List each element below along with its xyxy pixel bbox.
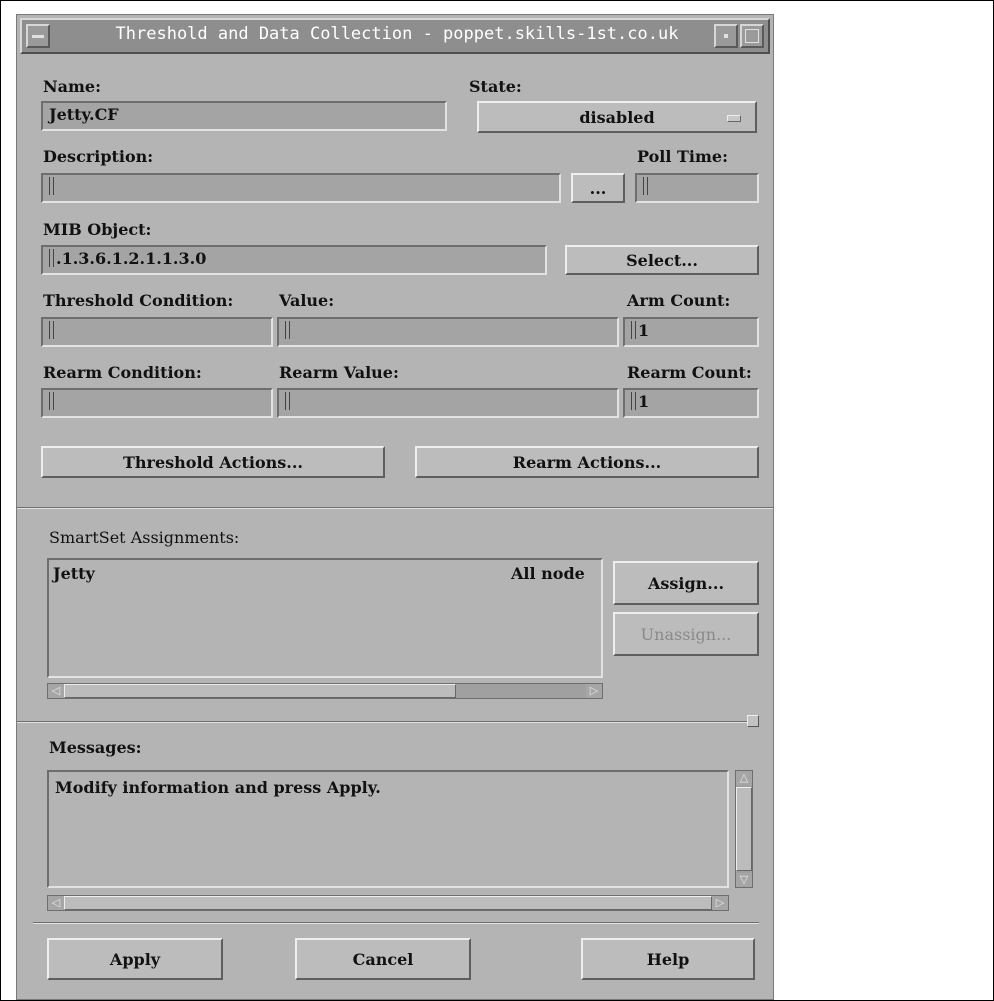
text-cursor-icon xyxy=(49,392,54,410)
threshold-condition-field[interactable] xyxy=(41,317,273,347)
window-menu-button[interactable] xyxy=(26,24,50,48)
arm-count-field[interactable]: 1 xyxy=(623,317,759,347)
threshold-actions-button[interactable]: Threshold Actions... xyxy=(41,446,385,478)
poll-time-field[interactable] xyxy=(635,173,759,203)
help-button[interactable]: Help xyxy=(581,938,755,980)
rearm-value-field[interactable] xyxy=(277,388,619,418)
messages-text: Modify information and press Apply. xyxy=(55,778,381,797)
text-cursor-icon xyxy=(631,321,636,339)
text-cursor-icon xyxy=(285,321,290,339)
scroll-left-icon[interactable]: ◁ xyxy=(48,896,64,910)
mib-object-value: .1.3.6.1.2.1.1.3.0 xyxy=(56,249,207,268)
description-field[interactable] xyxy=(41,173,561,203)
state-value: disabled xyxy=(579,107,655,127)
smartset-item-scope: All node xyxy=(511,564,585,583)
list-item[interactable]: Jetty All node xyxy=(49,562,601,586)
rearm-count-label: Rearm Count: xyxy=(627,363,752,382)
rearm-condition-field[interactable] xyxy=(41,388,273,418)
mib-object-field[interactable]: .1.3.6.1.2.1.1.3.0 xyxy=(41,245,547,275)
apply-button[interactable]: Apply xyxy=(47,938,223,980)
unassign-button[interactable]: Unassign... xyxy=(613,612,759,656)
footer-separator xyxy=(33,922,759,924)
minimize-button[interactable] xyxy=(714,24,738,48)
assign-button[interactable]: Assign... xyxy=(613,561,759,605)
threshold-condition-label: Threshold Condition: xyxy=(43,291,234,310)
smartset-label: SmartSet Assignments: xyxy=(49,528,240,547)
option-menu-indicator-icon xyxy=(727,115,741,122)
poll-time-label: Poll Time: xyxy=(637,147,728,166)
rearm-actions-button[interactable]: Rearm Actions... xyxy=(415,446,759,478)
title-bar[interactable]: Threshold and Data Collection - poppet.s… xyxy=(20,18,770,54)
maximize-button[interactable] xyxy=(740,24,764,48)
pane-separator xyxy=(17,721,755,723)
scrollbar-thumb[interactable] xyxy=(64,896,712,910)
text-cursor-icon xyxy=(49,177,54,195)
description-label: Description: xyxy=(43,147,154,166)
value-field[interactable] xyxy=(277,317,619,347)
name-label: Name: xyxy=(43,77,102,96)
state-label: State: xyxy=(469,77,522,96)
arm-count-value: 1 xyxy=(638,321,650,340)
scrollbar-thumb[interactable] xyxy=(64,684,456,698)
messages-vertical-scrollbar[interactable]: △ ▽ xyxy=(735,770,753,888)
cancel-button[interactable]: Cancel xyxy=(295,938,471,980)
description-browse-button[interactable]: ... xyxy=(571,173,625,203)
messages-label: Messages: xyxy=(49,738,142,757)
window-menu-icon xyxy=(32,35,44,38)
rearm-value-label: Rearm Value: xyxy=(279,363,399,382)
minimize-icon xyxy=(724,34,728,38)
messages-horizontal-scrollbar[interactable]: ◁ ▷ xyxy=(47,895,729,911)
text-cursor-icon xyxy=(285,392,290,410)
section-separator xyxy=(17,507,773,509)
window-title: Threshold and Data Collection - poppet.s… xyxy=(115,24,679,44)
maximize-icon xyxy=(745,29,759,43)
scroll-right-icon[interactable]: ▷ xyxy=(712,896,728,910)
scroll-down-icon[interactable]: ▽ xyxy=(736,873,752,887)
scroll-right-icon[interactable]: ▷ xyxy=(586,684,602,698)
text-cursor-icon xyxy=(631,392,636,410)
smartset-list[interactable]: Jetty All node xyxy=(47,558,603,678)
smartset-horizontal-scrollbar[interactable]: ◁ ▷ xyxy=(47,683,603,699)
scroll-left-icon[interactable]: ◁ xyxy=(48,684,64,698)
text-cursor-icon xyxy=(49,321,54,339)
text-cursor-icon xyxy=(49,249,54,267)
scroll-up-icon[interactable]: △ xyxy=(736,771,752,785)
select-button[interactable]: Select... xyxy=(565,245,759,275)
state-option-menu[interactable]: disabled xyxy=(477,101,757,133)
dialog-window: Threshold and Data Collection - poppet.s… xyxy=(16,14,774,1000)
text-cursor-icon xyxy=(643,177,648,195)
name-field[interactable]: Jetty.CF xyxy=(41,101,447,131)
value-label: Value: xyxy=(279,291,335,310)
arm-count-label: Arm Count: xyxy=(627,291,731,310)
rearm-count-field[interactable]: 1 xyxy=(623,388,759,418)
messages-area[interactable]: Modify information and press Apply. xyxy=(47,770,729,888)
scrollbar-thumb[interactable] xyxy=(736,787,752,871)
pane-sash-handle[interactable] xyxy=(747,715,759,727)
rearm-condition-label: Rearm Condition: xyxy=(43,363,202,382)
rearm-count-value: 1 xyxy=(638,392,650,411)
mib-object-label: MIB Object: xyxy=(43,220,152,239)
smartset-item-name: Jetty xyxy=(53,564,95,583)
